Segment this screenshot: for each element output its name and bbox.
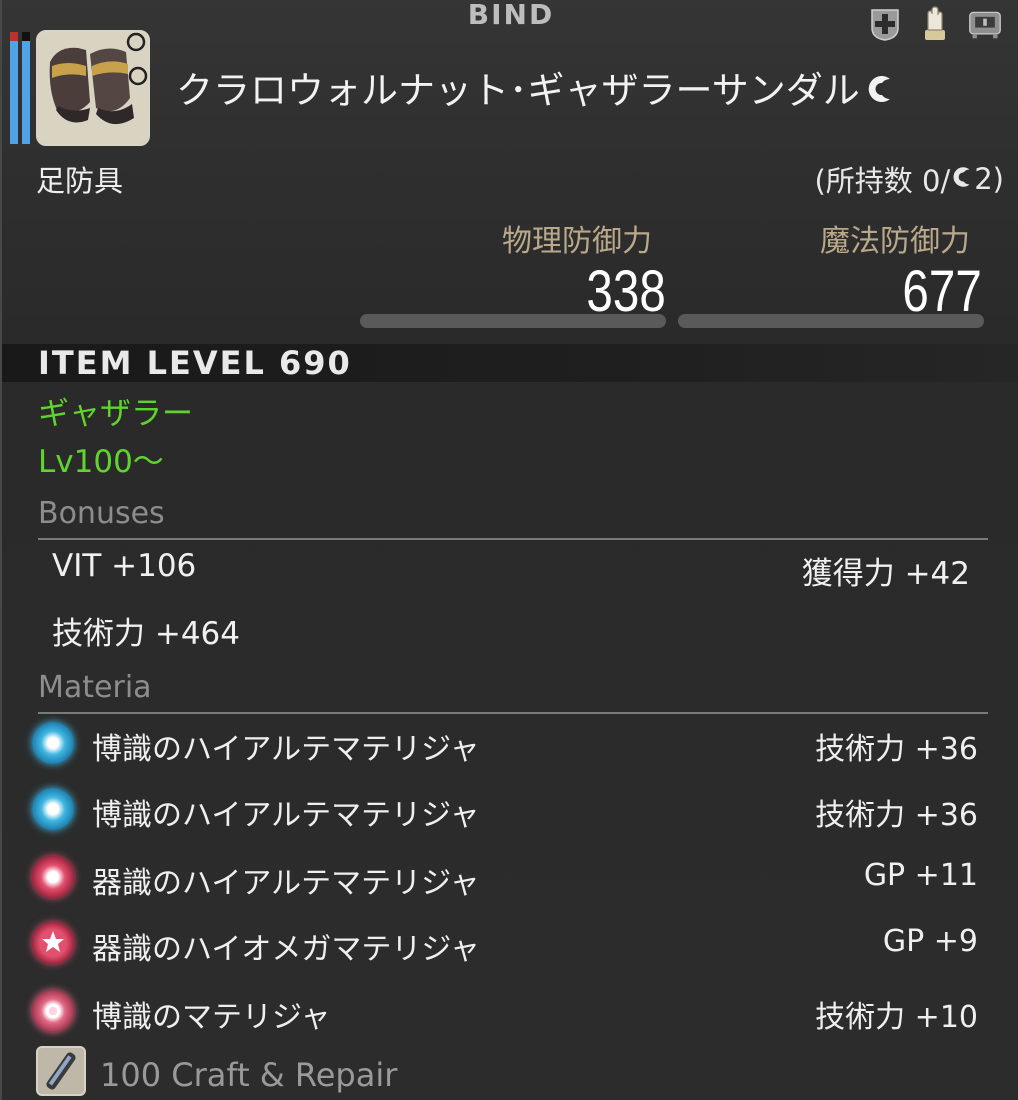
glove-icon bbox=[918, 6, 952, 42]
physical-defense-bar bbox=[360, 314, 666, 328]
materia-slot: 博識のマテリジャ 技術力 +10 bbox=[32, 986, 982, 1038]
materia-slot: 器識のハイオメガマテリジャ GP +9 bbox=[32, 918, 982, 970]
hq-icon bbox=[864, 71, 896, 114]
materia-orb-icon bbox=[32, 722, 74, 764]
materia-slot: 器識のハイアルテマテリジャ GP +11 bbox=[32, 852, 982, 904]
materia-slot: 博識のハイアルテマテリジャ 技術力 +36 bbox=[32, 784, 982, 836]
materia-value: 技術力 +36 bbox=[815, 798, 978, 833]
bonus-stat: 技術力 +464 bbox=[52, 616, 240, 652]
materia-name: 器識のハイアルテマテリジャ bbox=[92, 866, 480, 901]
materia-slot: 博識のハイアルテマテリジャ 技術力 +36 bbox=[32, 718, 982, 770]
sandal-icon bbox=[38, 32, 148, 144]
physical-defense-label: 物理防御力 bbox=[502, 224, 652, 259]
owned-count: (所持数 0/ 2) bbox=[814, 158, 1004, 200]
materia-orb-icon bbox=[32, 990, 74, 1032]
materia-value: 技術力 +10 bbox=[815, 1000, 978, 1035]
level-requirement: Lv100～ bbox=[38, 444, 164, 480]
bonus-stat: VIT +106 bbox=[52, 548, 197, 584]
item-level: ITEM LEVEL 690 bbox=[38, 344, 352, 382]
owned-count-prefix: (所持数 0/ bbox=[814, 164, 951, 198]
materia-name: 博識のマテリジャ bbox=[92, 1000, 331, 1035]
materia-title: Materia bbox=[38, 670, 152, 705]
materia-orb-icon bbox=[32, 788, 74, 830]
plus-shield-icon bbox=[868, 6, 902, 42]
bonuses-divider bbox=[38, 538, 988, 540]
materia-name: 博識のハイアルテマテリジャ bbox=[92, 732, 480, 767]
materia-value: GP +9 bbox=[882, 924, 978, 959]
magic-defense-label: 魔法防御力 bbox=[820, 224, 970, 259]
materia-divider bbox=[38, 712, 988, 714]
materia-orb-icon bbox=[32, 856, 74, 898]
hq-small-icon bbox=[950, 162, 974, 196]
class-job: ギャザラー bbox=[38, 396, 193, 432]
magic-defense-bar bbox=[678, 314, 984, 328]
materia-star-icon bbox=[32, 922, 74, 964]
armoire-icon bbox=[968, 6, 1002, 42]
item-category: 足防具 bbox=[36, 164, 124, 198]
condition-bar bbox=[10, 32, 18, 144]
condition-spiritbond-bars bbox=[10, 32, 32, 144]
materia-name: 博識のハイアルテマテリジャ bbox=[92, 798, 480, 833]
repair-text: 100 Craft & Repair bbox=[100, 1056, 398, 1094]
owned-count-suffix: 2) bbox=[974, 162, 1004, 196]
item-name-text: クラロウォルナット･ギャザラーサンダル bbox=[176, 69, 860, 112]
item-icon bbox=[36, 30, 150, 146]
item-tooltip: BIND クラロウォルナット･ギャザラーサンダル 足防具 (所持数 0/ 2) … bbox=[0, 0, 1018, 1100]
spiritbond-bar bbox=[22, 32, 30, 144]
bonus-stat: 獲得力 +42 bbox=[801, 556, 970, 592]
materia-value: 技術力 +36 bbox=[815, 732, 978, 767]
bind-label: BIND bbox=[467, 0, 555, 31]
materia-value: GP +11 bbox=[863, 858, 978, 893]
bonuses-title: Bonuses bbox=[38, 496, 165, 531]
materia-name: 器識のハイオメガマテリジャ bbox=[92, 932, 480, 967]
header-icons bbox=[868, 6, 1002, 42]
item-name: クラロウォルナット･ギャザラーサンダル bbox=[176, 60, 896, 114]
dark-matter-icon bbox=[36, 1046, 86, 1096]
